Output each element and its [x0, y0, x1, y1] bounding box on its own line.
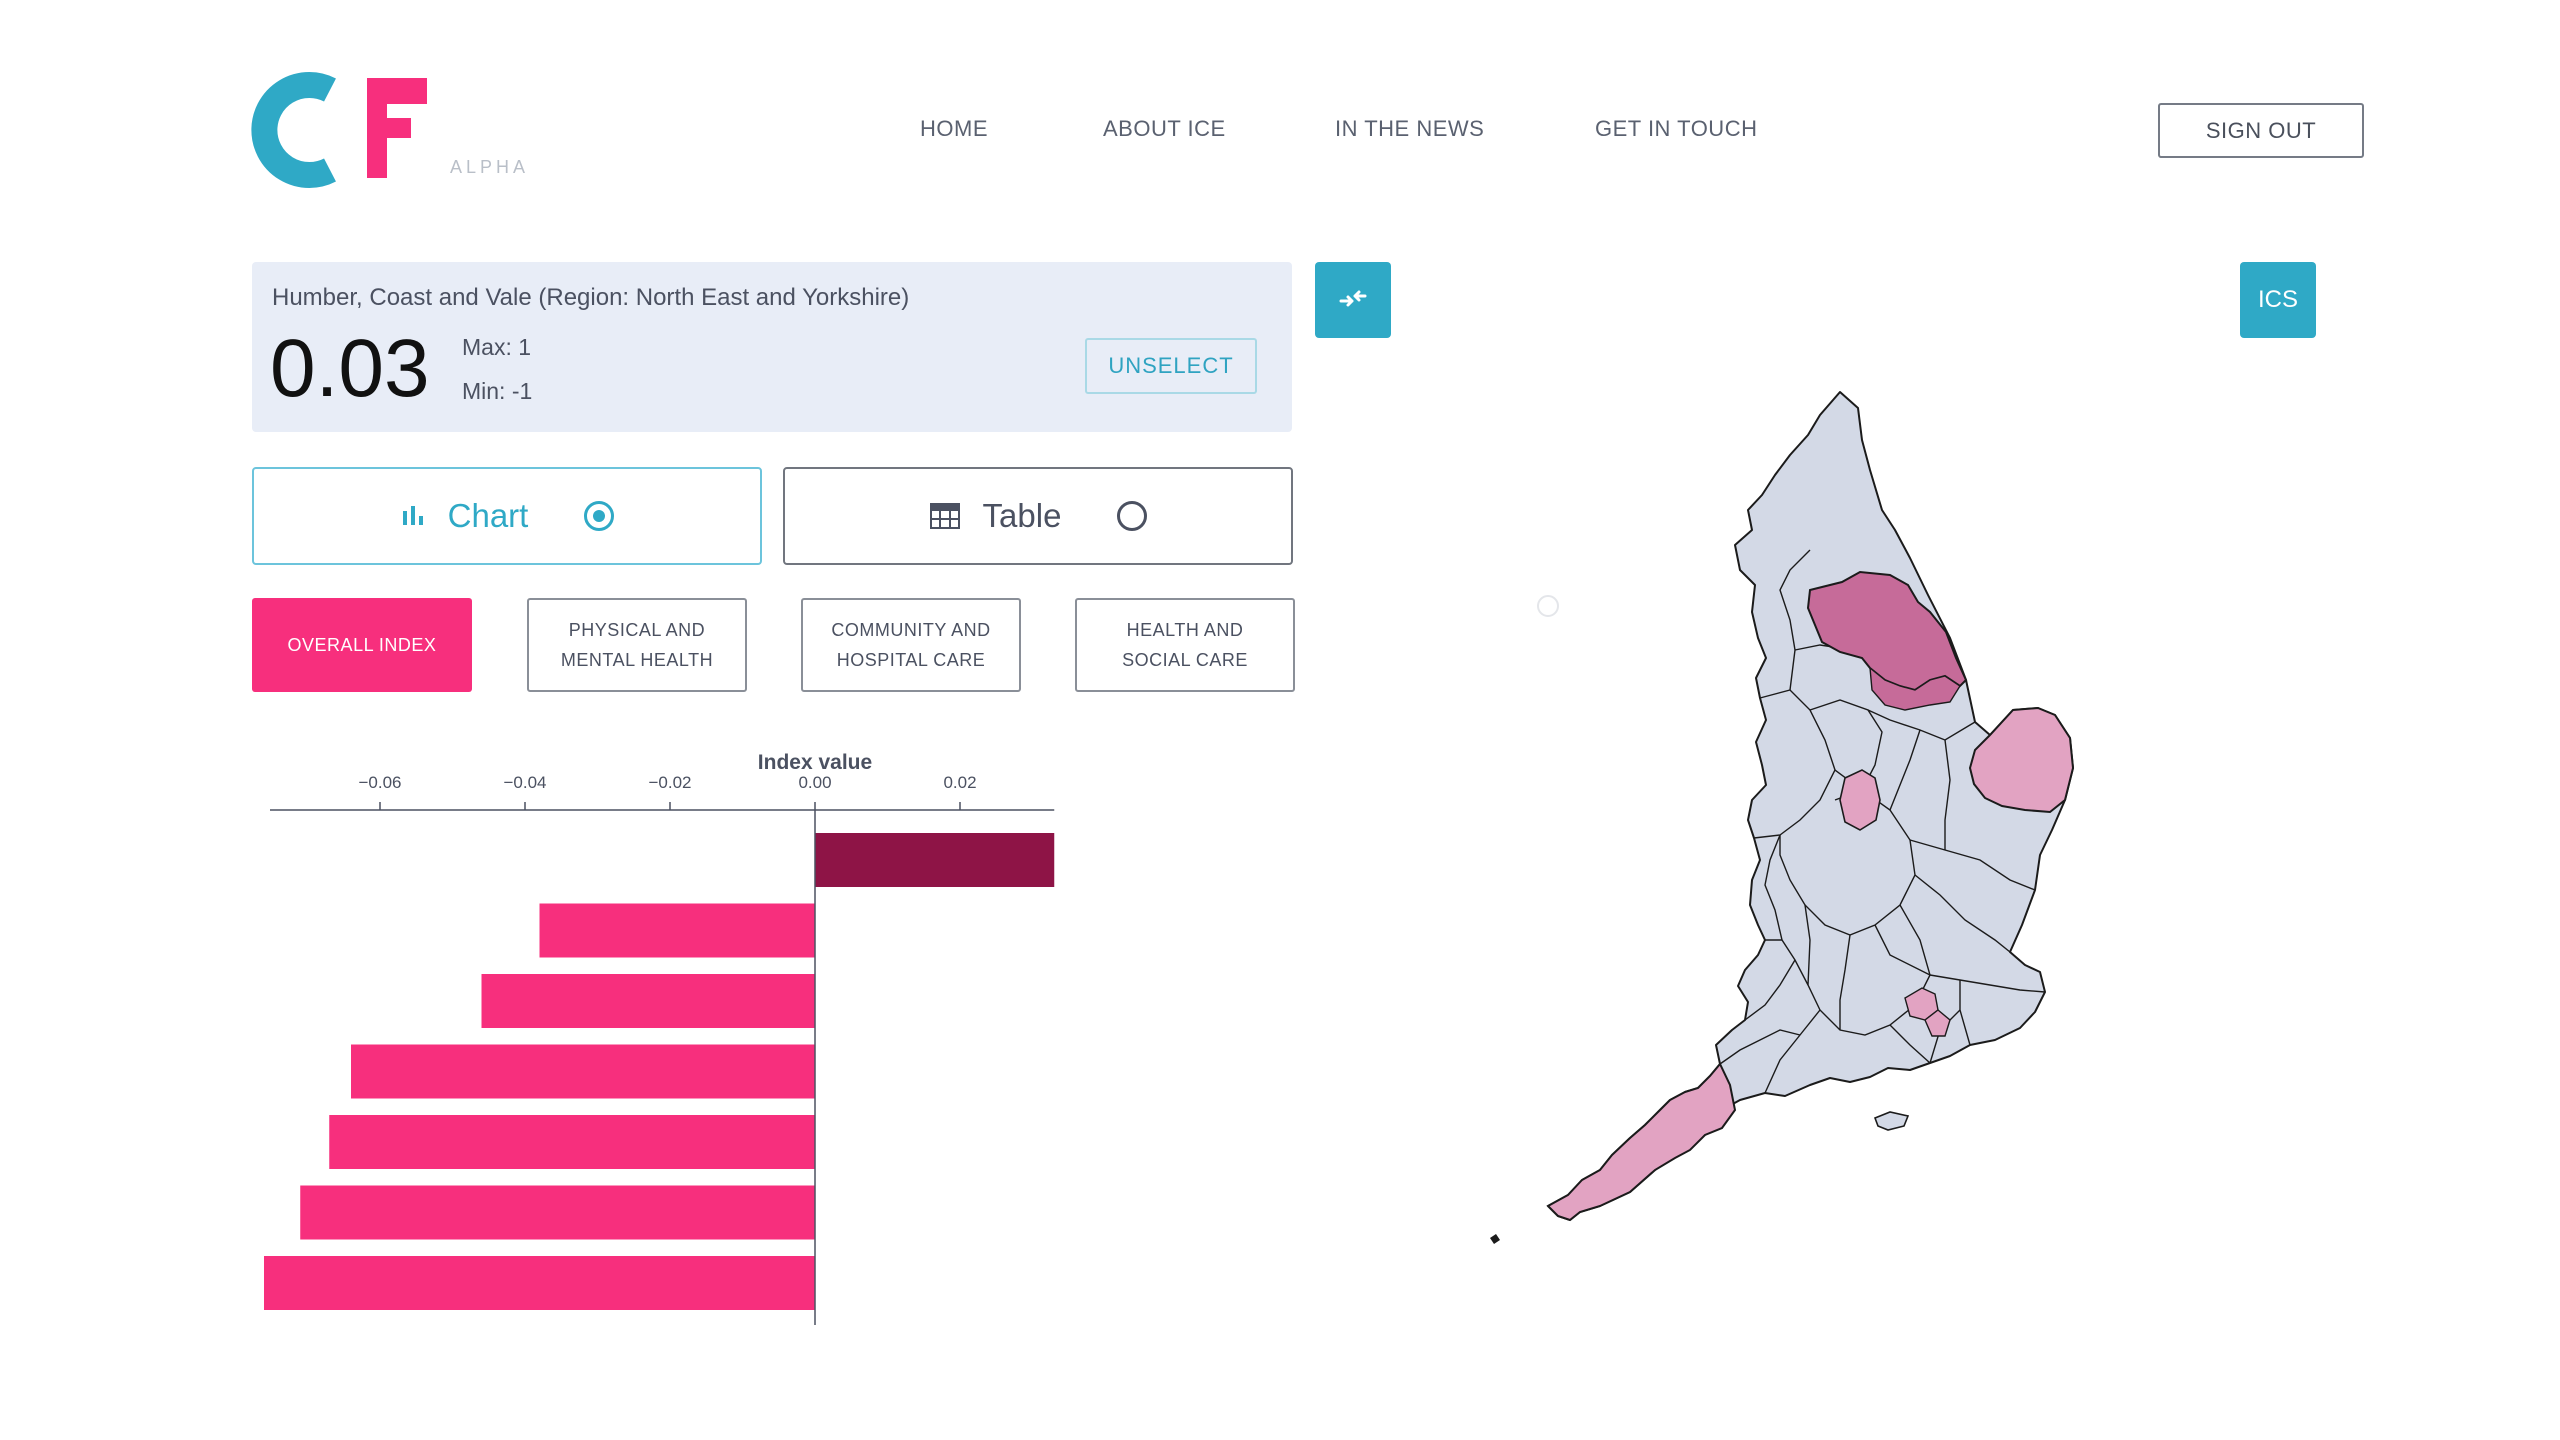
swap-view-button[interactable]: [1315, 262, 1391, 338]
map-england-outline[interactable]: [1547, 391, 2074, 1221]
map-region-cornwall[interactable]: [1546, 1062, 1737, 1222]
chart-tick-label: −0.04: [503, 773, 546, 792]
chart-x-axis: −0.06 −0.04 −0.02 0.00 0.02: [270, 773, 1055, 811]
chart-bar[interactable]: [815, 833, 1055, 887]
logo-f-mid: [367, 118, 411, 138]
chart-bars: [264, 810, 1055, 1325]
chart-radio-selected[interactable]: [584, 501, 615, 531]
map-isle-of-wight[interactable]: [1873, 1111, 1910, 1131]
chart-bar[interactable]: [481, 974, 816, 1028]
index-bar-chart: Index value −0.06 −0.04 −0.02 0.00 0.02: [264, 751, 1055, 1325]
selected-region-panel: Humber, Coast and Vale (Region: North Ea…: [252, 262, 1292, 432]
table-radio-unselected[interactable]: [1117, 501, 1148, 531]
index-min: Min: -1: [462, 378, 533, 404]
index-max: Max: 1: [462, 334, 532, 360]
chart-tick-label: −0.02: [648, 773, 691, 792]
chart-view-label: Chart: [447, 497, 529, 534]
ics-choropleth-map[interactable]: [1490, 380, 2210, 1280]
chart-bar[interactable]: [329, 1115, 815, 1169]
nav-get-in-touch[interactable]: GET IN TOUCH: [1595, 116, 1757, 142]
category-health-social-care[interactable]: HEALTH AND SOCIAL CARE: [1075, 598, 1295, 692]
table-view-label: Table: [982, 497, 1062, 534]
category-physical-mental-health[interactable]: PHYSICAL AND MENTAL HEALTH: [527, 598, 747, 692]
ics-button[interactable]: ICS: [2240, 262, 2316, 338]
category-overall-index-label: OVERALL INDEX: [287, 635, 437, 655]
index-value: 0.03: [270, 323, 430, 414]
chart-tick-label: 0.00: [798, 773, 831, 792]
nav-in-the-news[interactable]: IN THE NEWS: [1335, 116, 1484, 142]
table-icon: [929, 503, 960, 529]
chart-bar[interactable]: [539, 903, 816, 958]
chart-view-toggle[interactable]: Chart: [252, 467, 762, 565]
swap-arrows-icon: [1339, 290, 1367, 306]
chart-bar[interactable]: [264, 1256, 815, 1310]
logo-alpha-tag: ALPHA: [450, 157, 530, 177]
category-community-hospital-care[interactable]: COMMUNITY AND HOSPITAL CARE: [801, 598, 1021, 692]
nav-home[interactable]: HOME: [920, 116, 988, 142]
category-community-hospital-care-label: COMMUNITY AND HOSPITAL CARE: [831, 620, 991, 670]
category-overall-index[interactable]: OVERALL INDEX: [252, 598, 472, 692]
map-region-norfolk-waveney[interactable]: [1968, 706, 2075, 814]
chart-tick-label: 0.02: [943, 773, 976, 792]
map-isles-of-scilly: [1490, 1234, 1500, 1244]
selected-region-name: Humber, Coast and Vale (Region: North Ea…: [272, 284, 910, 311]
map-region-derbyshire[interactable]: [1839, 769, 1881, 831]
bar-chart-icon: [402, 506, 423, 525]
sign-out-button[interactable]: SIGN OUT: [2158, 103, 2364, 158]
chart-tick-label: −0.06: [358, 773, 401, 792]
chart-title: Index value: [758, 751, 872, 774]
chart-bar[interactable]: [300, 1185, 815, 1240]
table-view-toggle[interactable]: Table: [783, 467, 1293, 565]
category-physical-mental-health-label: PHYSICAL AND MENTAL HEALTH: [560, 620, 714, 670]
unselect-button[interactable]: UNSELECT: [1085, 338, 1257, 394]
logo-f-top: [367, 78, 427, 104]
category-health-social-care-label: HEALTH AND SOCIAL CARE: [1122, 620, 1248, 670]
nav-about-ice[interactable]: ABOUT ICE: [1103, 116, 1226, 142]
logo-c-bar: [310, 106, 326, 154]
chart-bar[interactable]: [351, 1044, 815, 1099]
